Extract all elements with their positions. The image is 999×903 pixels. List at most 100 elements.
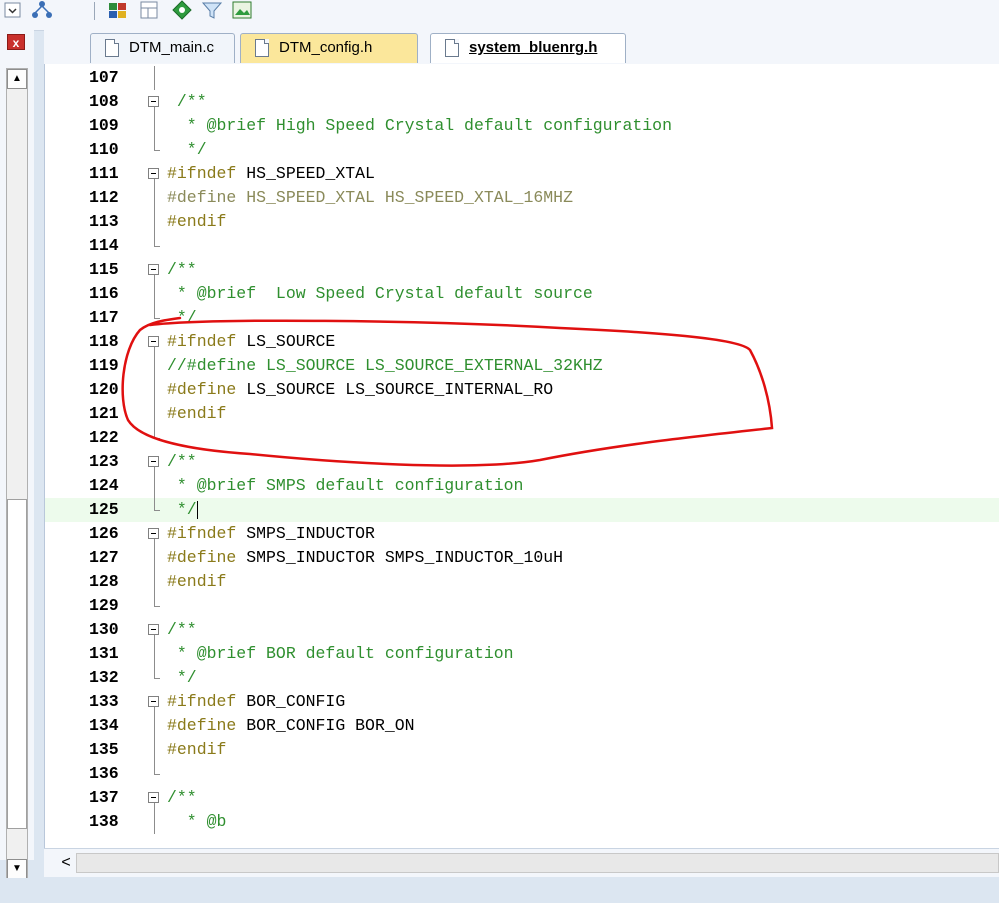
code-line[interactable]: 134 #define BOR_CONFIG BOR_ON xyxy=(45,714,999,738)
code-line[interactable]: 112 #define HS_SPEED_XTAL HS_SPEED_XTAL_1… xyxy=(45,186,999,210)
code-line[interactable]: 111 #ifndef HS_SPEED_XTAL xyxy=(45,162,999,186)
code-text: * @brief BOR default configuration xyxy=(167,642,514,666)
file-icon xyxy=(445,39,459,57)
fold-toggle-icon[interactable] xyxy=(147,690,163,714)
scroll-thumb[interactable] xyxy=(7,499,27,829)
code-line[interactable]: 135 #endif xyxy=(45,738,999,762)
fold-toggle-icon[interactable] xyxy=(147,90,163,114)
scroll-left-arrow[interactable]: < xyxy=(56,854,76,872)
code-token: SMPS_INDUCTOR SMPS_INDUCTOR_10uH xyxy=(246,548,564,567)
code-line[interactable]: 126 #ifndef SMPS_INDUCTOR xyxy=(45,522,999,546)
code-token: #ifndef xyxy=(167,692,247,711)
code-text: #ifndef BOR_CONFIG xyxy=(167,690,345,714)
line-number: 117 xyxy=(89,308,119,327)
code-text: #ifndef LS_SOURCE xyxy=(167,330,335,354)
code-text: #define HS_SPEED_XTAL HS_SPEED_XTAL_16MH… xyxy=(167,186,573,210)
code-line[interactable]: 125 */ xyxy=(45,498,999,522)
code-line[interactable]: 109 * @brief High Speed Crystal default … xyxy=(45,114,999,138)
code-line[interactable]: 129 xyxy=(45,594,999,618)
line-number: 129 xyxy=(89,596,119,615)
fold-toggle-icon[interactable] xyxy=(147,786,163,810)
code-line[interactable]: 132 */ xyxy=(45,666,999,690)
code-line[interactable]: 121 #endif xyxy=(45,402,999,426)
image-icon[interactable] xyxy=(230,0,254,22)
code-text: //#define LS_SOURCE LS_SOURCE_EXTERNAL_3… xyxy=(167,354,603,378)
code-line[interactable]: 117 */ xyxy=(45,306,999,330)
line-number: 108 xyxy=(89,92,119,111)
code-text: */ xyxy=(167,498,198,522)
scroll-down-arrow[interactable]: ▼ xyxy=(7,859,27,879)
close-icon[interactable]: x xyxy=(7,34,25,50)
code-line[interactable]: 133 #ifndef BOR_CONFIG xyxy=(45,690,999,714)
filter-icon[interactable] xyxy=(200,0,224,22)
code-token: #endif xyxy=(167,572,227,591)
code-text: #define SMPS_INDUCTOR SMPS_INDUCTOR_10uH xyxy=(167,546,563,570)
scroll-up-arrow[interactable]: ▲ xyxy=(7,69,27,89)
line-number: 125 xyxy=(89,500,119,519)
code-token: #define xyxy=(167,548,247,567)
file-tabs: DTM_main.c DTM_config.h system_bluenrg.h xyxy=(44,30,999,66)
diamond-icon[interactable] xyxy=(170,0,194,22)
code-token: #define HS_SPEED_XTAL HS_SPEED_XTAL_16MH… xyxy=(167,188,573,207)
code-text: /** xyxy=(167,618,197,642)
code-line[interactable]: 128 #endif xyxy=(45,570,999,594)
code-text: */ xyxy=(167,666,197,690)
code-line[interactable]: 131 * @brief BOR default configuration xyxy=(45,642,999,666)
code-line[interactable]: 110 */ xyxy=(45,138,999,162)
line-number: 130 xyxy=(89,620,119,639)
fold-toggle-icon[interactable] xyxy=(147,330,163,354)
code-line[interactable]: 115 /** xyxy=(45,258,999,282)
code-line[interactable]: 120 #define LS_SOURCE LS_SOURCE_INTERNAL_… xyxy=(45,378,999,402)
code-text: #ifndef HS_SPEED_XTAL xyxy=(167,162,375,186)
code-line[interactable]: 107 xyxy=(45,66,999,90)
code-line[interactable]: 137 /** xyxy=(45,786,999,810)
fold-toggle-icon[interactable] xyxy=(147,522,163,546)
fold-line xyxy=(147,210,163,234)
line-number: 115 xyxy=(89,260,119,279)
network-icon[interactable] xyxy=(30,0,54,22)
code-token: /** xyxy=(167,620,197,639)
fold-toggle-icon[interactable] xyxy=(147,162,163,186)
tab-system-bluenrg-h[interactable]: system_bluenrg.h xyxy=(430,33,626,63)
code-text: /** xyxy=(167,786,197,810)
horizontal-scroll-track[interactable] xyxy=(76,853,999,873)
code-text: /** xyxy=(167,90,207,114)
layout-icon[interactable] xyxy=(138,0,162,22)
dropdown-icon[interactable] xyxy=(2,0,26,22)
code-token: /** xyxy=(167,788,197,807)
code-line[interactable]: 130 /** xyxy=(45,618,999,642)
code-text: #define LS_SOURCE LS_SOURCE_INTERNAL_RO xyxy=(167,378,553,402)
code-line[interactable]: 116 * @brief Low Speed Crystal default s… xyxy=(45,282,999,306)
fold-toggle-icon[interactable] xyxy=(147,258,163,282)
fold-line xyxy=(147,474,163,498)
code-editor[interactable]: 107 108 /** 109 * @brief High Speed Crysta… xyxy=(44,64,999,848)
code-token: */ xyxy=(167,500,197,519)
grid-icon[interactable] xyxy=(106,0,130,22)
code-line[interactable]: 119 //#define LS_SOURCE LS_SOURCE_EXTERNA… xyxy=(45,354,999,378)
code-line[interactable]: 108 /** xyxy=(45,90,999,114)
code-line[interactable]: 122 xyxy=(45,426,999,450)
horizontal-scrollbar[interactable]: < xyxy=(44,848,999,877)
code-line[interactable]: 124 * @brief SMPS default configuration xyxy=(45,474,999,498)
tab-dtm-config-h[interactable]: DTM_config.h xyxy=(240,33,418,63)
code-line[interactable]: 123 /** xyxy=(45,450,999,474)
line-number: 134 xyxy=(89,716,119,735)
vertical-scrollbar[interactable]: ▲ ▼ xyxy=(6,68,28,880)
code-text: * @brief High Speed Crystal default conf… xyxy=(167,114,672,138)
fold-toggle-icon[interactable] xyxy=(147,618,163,642)
line-number: 123 xyxy=(89,452,119,471)
fold-toggle-icon[interactable] xyxy=(147,450,163,474)
code-text: */ xyxy=(167,138,207,162)
code-line[interactable]: 127 #define SMPS_INDUCTOR SMPS_INDUCTOR_1… xyxy=(45,546,999,570)
tab-label: system_bluenrg.h xyxy=(469,39,598,56)
code-line[interactable]: 114 xyxy=(45,234,999,258)
code-text: * @brief Low Speed Crystal default sourc… xyxy=(167,282,593,306)
code-line[interactable]: 113 #endif xyxy=(45,210,999,234)
line-number: 109 xyxy=(89,116,119,135)
code-token: SMPS_INDUCTOR xyxy=(246,524,375,543)
code-line[interactable]: 138 * @b xyxy=(45,810,999,834)
code-line[interactable]: 136 xyxy=(45,762,999,786)
code-line[interactable]: 118 #ifndef LS_SOURCE xyxy=(45,330,999,354)
code-token: /** xyxy=(167,452,197,471)
tab-dtm-main-c[interactable]: DTM_main.c xyxy=(90,33,235,63)
